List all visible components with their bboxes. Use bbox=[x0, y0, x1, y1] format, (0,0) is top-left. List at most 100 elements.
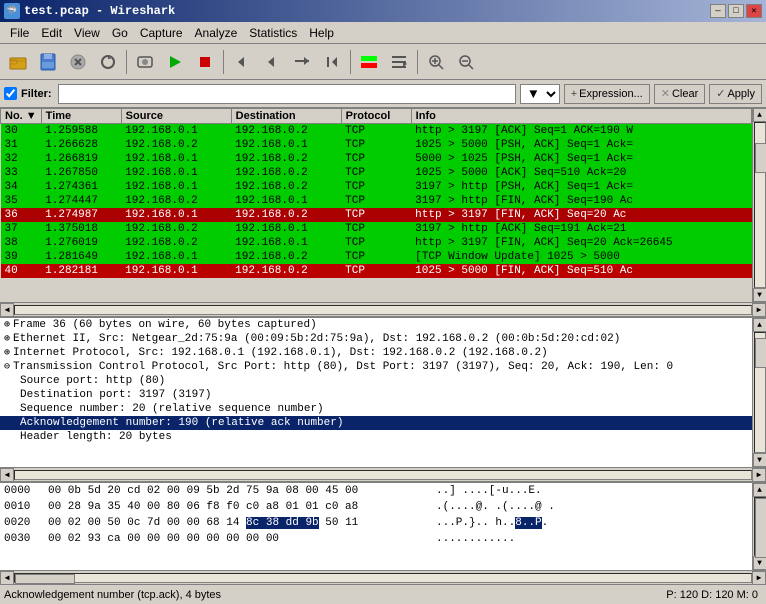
title-bar: 🦈 test.pcap - Wireshark — □ ✕ bbox=[0, 0, 766, 22]
hex-hscroll-left[interactable]: ◀ bbox=[0, 571, 14, 585]
scroll-down-btn[interactable]: ▼ bbox=[753, 288, 766, 302]
detail-hscroll-track[interactable] bbox=[14, 470, 752, 480]
detail-item[interactable]: Destination port: 3197 (3197) bbox=[0, 388, 752, 402]
menu-go[interactable]: Go bbox=[106, 24, 134, 42]
apply-button[interactable]: ✓ Apply bbox=[709, 84, 762, 104]
maximize-button[interactable]: □ bbox=[728, 4, 744, 18]
hex-hscroll-right[interactable]: ▶ bbox=[752, 571, 766, 585]
hex-scroll-track[interactable] bbox=[754, 497, 766, 556]
zoom-out-button[interactable] bbox=[452, 48, 480, 76]
filter-dropdown[interactable]: ▼ bbox=[520, 84, 560, 104]
packet-list-panel[interactable]: No. ▼ Time Source Destination Protocol I… bbox=[0, 108, 752, 302]
zoom-in-button[interactable] bbox=[422, 48, 450, 76]
capture-options-button[interactable] bbox=[131, 48, 159, 76]
scroll-thumb[interactable] bbox=[755, 143, 766, 173]
expression-button[interactable]: + Expression... bbox=[564, 84, 650, 104]
hscroll-left[interactable]: ◀ bbox=[0, 303, 14, 317]
detail-hscroll-right[interactable]: ▶ bbox=[752, 468, 766, 482]
filter-input[interactable] bbox=[58, 84, 516, 104]
expander-icon[interactable]: ⊕ bbox=[4, 319, 10, 331]
packet-row[interactable]: 331.267850192.168.0.1192.168.0.2TCP1025 … bbox=[1, 166, 752, 180]
packet-list-scrollbar[interactable]: ▲ ▼ bbox=[752, 108, 766, 302]
menu-bar: File Edit View Go Capture Analyze Statis… bbox=[0, 22, 766, 44]
packet-row[interactable]: 391.281649192.168.0.1192.168.0.2TCP[TCP … bbox=[1, 250, 752, 264]
col-time[interactable]: Time bbox=[41, 109, 121, 124]
back-button[interactable] bbox=[228, 48, 256, 76]
forward-button[interactable] bbox=[258, 48, 286, 76]
packet-row[interactable]: 301.259588192.168.0.1192.168.0.2TCPhttp … bbox=[1, 124, 752, 139]
menu-statistics[interactable]: Statistics bbox=[243, 24, 303, 42]
packet-row[interactable]: 321.266819192.168.0.1192.168.0.2TCP5000 … bbox=[1, 152, 752, 166]
detail-item[interactable]: Sequence number: 20 (relative sequence n… bbox=[0, 402, 752, 416]
detail-item[interactable]: ⊕Ethernet II, Src: Netgear_2d:75:9a (00:… bbox=[0, 332, 752, 346]
expander-icon[interactable]: ⊕ bbox=[4, 347, 10, 359]
title-controls[interactable]: — □ ✕ bbox=[710, 4, 762, 18]
detail-item[interactable]: ⊕Internet Protocol, Src: 192.168.0.1 (19… bbox=[0, 346, 752, 360]
menu-file[interactable]: File bbox=[4, 24, 35, 42]
hex-panel[interactable]: 000000 0b 5d 20 cd 02 00 09 5b 2d 75 9a … bbox=[0, 483, 752, 570]
packet-row[interactable]: 381.276019192.168.0.2192.168.0.1TCPhttp … bbox=[1, 236, 752, 250]
detail-item[interactable]: Header length: 20 bytes bbox=[0, 430, 752, 444]
hex-scrollbar[interactable]: ▲ ▼ bbox=[752, 483, 766, 570]
packet-row[interactable]: 341.274361192.168.0.1192.168.0.2TCP3197 … bbox=[1, 180, 752, 194]
col-no[interactable]: No. ▼ bbox=[1, 109, 42, 124]
packet-row[interactable]: 311.266628192.168.0.2192.168.0.1TCP1025 … bbox=[1, 138, 752, 152]
col-protocol[interactable]: Protocol bbox=[341, 109, 411, 124]
detail-scroll-up[interactable]: ▲ bbox=[753, 318, 766, 332]
hex-scroll-thumb[interactable] bbox=[755, 498, 766, 558]
scroll-track[interactable] bbox=[754, 122, 766, 288]
minimize-button[interactable]: — bbox=[710, 4, 726, 18]
packet-row[interactable]: 361.274987192.168.0.1192.168.0.2TCPhttp … bbox=[1, 208, 752, 222]
detail-item[interactable]: Acknowledgement number: 190 (relative ac… bbox=[0, 416, 752, 430]
hex-highlight: 8c 38 dd 9b bbox=[246, 517, 319, 529]
filter-bar: Filter: ▼ + Expression... ✕ Clear ✓ Appl… bbox=[0, 80, 766, 108]
detail-item[interactable]: Source port: http (80) bbox=[0, 374, 752, 388]
hex-scroll-down[interactable]: ▼ bbox=[753, 556, 766, 570]
menu-analyze[interactable]: Analyze bbox=[189, 24, 244, 42]
start-capture-button[interactable] bbox=[161, 48, 189, 76]
ascii-highlight: 8..P bbox=[515, 517, 541, 529]
packet-row[interactable]: 351.274447192.168.0.2192.168.0.1TCP3197 … bbox=[1, 194, 752, 208]
clear-button[interactable]: ✕ Clear bbox=[654, 84, 706, 104]
col-source[interactable]: Source bbox=[121, 109, 231, 124]
packet-row[interactable]: 371.375018192.168.0.2192.168.0.1TCP3197 … bbox=[1, 222, 752, 236]
hex-scroll-up[interactable]: ▲ bbox=[753, 483, 766, 497]
detail-item[interactable]: ⊕Frame 36 (60 bytes on wire, 60 bytes ca… bbox=[0, 318, 752, 332]
hex-hscroll-track[interactable] bbox=[14, 573, 752, 583]
toolbar bbox=[0, 44, 766, 80]
filter-checkbox[interactable] bbox=[4, 87, 17, 100]
detail-item[interactable]: ⊖Transmission Control Protocol, Src Port… bbox=[0, 360, 752, 374]
detail-panel[interactable]: ⊕Frame 36 (60 bytes on wire, 60 bytes ca… bbox=[0, 318, 752, 467]
save-button[interactable] bbox=[34, 48, 62, 76]
go-to-packet-button[interactable] bbox=[288, 48, 316, 76]
hscroll-track[interactable] bbox=[14, 305, 752, 315]
reload-button[interactable] bbox=[94, 48, 122, 76]
menu-edit[interactable]: Edit bbox=[35, 24, 68, 42]
app-icon: 🦈 bbox=[4, 3, 20, 19]
scroll-up-btn[interactable]: ▲ bbox=[753, 108, 766, 122]
detail-hscroll-left[interactable]: ◀ bbox=[0, 468, 14, 482]
expander-icon[interactable]: ⊕ bbox=[4, 333, 10, 345]
auto-scroll-button[interactable] bbox=[385, 48, 413, 76]
col-destination[interactable]: Destination bbox=[231, 109, 341, 124]
stop-capture-button[interactable] bbox=[191, 48, 219, 76]
close-button[interactable]: ✕ bbox=[746, 4, 762, 18]
hscroll-right[interactable]: ▶ bbox=[752, 303, 766, 317]
detail-scroll-thumb[interactable] bbox=[755, 338, 766, 368]
detail-scroll-track[interactable] bbox=[754, 332, 766, 453]
menu-help[interactable]: Help bbox=[303, 24, 340, 42]
detail-scroll-down[interactable]: ▼ bbox=[753, 453, 766, 467]
open-button[interactable] bbox=[4, 48, 32, 76]
detail-scrollbar[interactable]: ▲ ▼ bbox=[752, 318, 766, 467]
menu-view[interactable]: View bbox=[68, 24, 106, 42]
expander-icon[interactable]: ⊖ bbox=[4, 361, 10, 373]
window-title: test.pcap - Wireshark bbox=[24, 4, 175, 18]
first-packet-button[interactable] bbox=[318, 48, 346, 76]
colorize-button[interactable] bbox=[355, 48, 383, 76]
hex-row: 003000 02 93 ca 00 00 00 00 00 00 00 00.… bbox=[0, 531, 752, 547]
hex-hscroll-thumb[interactable] bbox=[15, 574, 75, 584]
close-capture-button[interactable] bbox=[64, 48, 92, 76]
packet-row[interactable]: 401.282181192.168.0.1192.168.0.2TCP1025 … bbox=[1, 264, 752, 278]
col-info[interactable]: Info bbox=[411, 109, 751, 124]
menu-capture[interactable]: Capture bbox=[134, 24, 189, 42]
